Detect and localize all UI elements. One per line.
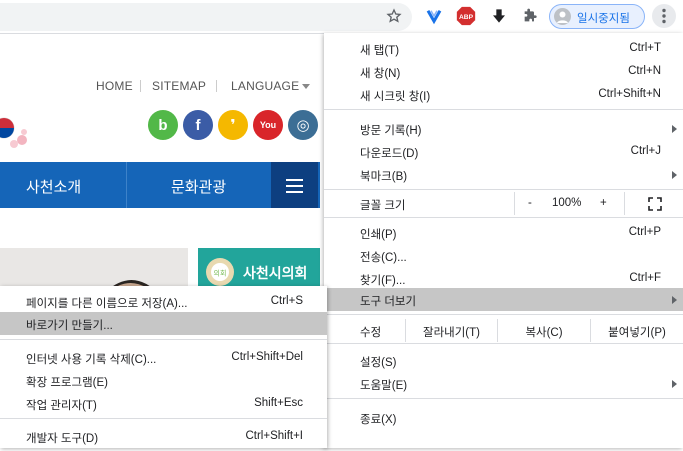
hamburger-menu-icon[interactable] [271, 162, 318, 208]
submenu-item-create-shortcut[interactable]: 바로가기 만들기... [0, 312, 327, 335]
council-emblem-icon: 의회 [206, 258, 234, 286]
menu-item-print[interactable]: 인쇄(P) Ctrl+P [324, 221, 683, 244]
menu-item-new-window[interactable]: 새 창(N) Ctrl+N [324, 60, 683, 83]
instagram-icon[interactable]: ◎ [288, 110, 318, 140]
menu-divider [0, 418, 327, 419]
menu-divider [324, 217, 683, 218]
council-emblem-label: 의회 [214, 269, 227, 278]
menu-item-more-tools[interactable]: 도구 더보기 [324, 288, 683, 311]
nav-item-culture[interactable]: 문화관광 [171, 176, 226, 197]
profile-icon [554, 8, 571, 25]
zoom-in-button[interactable]: + [600, 197, 607, 209]
menu-item-settings[interactable]: 설정(S) [324, 349, 683, 372]
more-tools-submenu: 페이지를 다른 이름으로 저장(A)... Ctrl+S 바로가기 만들기... … [0, 286, 327, 448]
submenu-item-clear-history[interactable]: 인터넷 사용 기록 삭제(C)... Ctrl+Shift+Del [0, 346, 327, 369]
chrome-menu: 새 탭(T) Ctrl+T 새 창(N) Ctrl+N 새 시크릿 창(I) Ctrl… [324, 33, 683, 448]
blog-icon[interactable]: b [148, 110, 178, 140]
address-bar[interactable] [0, 3, 412, 31]
extensions-puzzle-icon[interactable] [520, 6, 540, 26]
cut-button[interactable]: 잘라내기(T) [405, 319, 497, 342]
menu-item-history[interactable]: 방문 기록(H) [324, 117, 683, 140]
copy-button[interactable]: 복사(C) [497, 319, 590, 342]
menu-divider [324, 398, 683, 399]
adblock-label: ABP [459, 14, 474, 21]
chevron-right-icon [672, 380, 677, 388]
home-link[interactable]: HOME [96, 79, 133, 93]
site-logo[interactable] [0, 110, 32, 152]
kakaostory-icon[interactable]: ❜ [218, 110, 248, 140]
submenu-item-task-manager[interactable]: 작업 관리자(T) Shift+Esc [0, 392, 327, 415]
chevron-right-icon [672, 125, 677, 133]
link-divider [216, 80, 217, 92]
fullscreen-icon[interactable] [648, 197, 662, 211]
chevron-right-icon [672, 171, 677, 179]
menu-item-find[interactable]: 찾기(F)... Ctrl+F [324, 267, 683, 290]
nav-item-about[interactable]: 사천소개 [26, 176, 81, 197]
submenu-item-extensions[interactable]: 확장 프로그램(E) [0, 369, 327, 392]
youtube-icon[interactable]: You [253, 110, 283, 140]
star-icon[interactable] [384, 6, 404, 26]
site-nav: 사천소개 문화관광 [0, 162, 320, 208]
vivaldi-y-icon[interactable] [424, 6, 444, 26]
menu-divider [0, 339, 327, 340]
menu-item-incognito[interactable]: 새 시크릿 창(I) Ctrl+Shift+N [324, 83, 683, 106]
menu-item-font-size: 글꼴 크기 - 100% + [324, 192, 683, 215]
chevron-right-icon [672, 296, 677, 304]
link-divider [140, 80, 141, 92]
menu-divider [324, 343, 683, 344]
language-link[interactable]: LANGUAGE [231, 79, 299, 93]
menu-item-bookmarks[interactable]: 북마크(B) [324, 163, 683, 186]
menu-item-cast[interactable]: 전송(C)... [324, 244, 683, 267]
more-vert-icon[interactable] [652, 4, 676, 28]
menu-divider [324, 314, 683, 315]
download-arrow-icon[interactable] [489, 6, 509, 26]
menu-item-help[interactable]: 도움말(E) [324, 372, 683, 395]
menu-item-exit[interactable]: 종료(X) [324, 406, 683, 429]
menu-divider [324, 189, 683, 190]
submenu-item-devtools[interactable]: 개발자 도구(D) Ctrl+Shift+I [0, 425, 327, 448]
adblock-icon[interactable]: ABP [456, 6, 476, 26]
menu-divider [324, 109, 683, 110]
submenu-item-save-page[interactable]: 페이지를 다른 이름으로 저장(A)... Ctrl+S [0, 290, 327, 313]
zoom-level: 100% [552, 197, 582, 209]
council-label: 사천시의회 [243, 265, 308, 281]
nav-divider [126, 162, 127, 208]
sitemap-link[interactable]: SITEMAP [152, 79, 206, 93]
zoom-out-button[interactable]: - [528, 197, 532, 209]
profile-status-label: 일시중지됨 [577, 13, 630, 25]
browser-toolbar: ABP 일시중지됨 [0, 0, 683, 34]
chevron-down-icon [302, 84, 310, 89]
paste-button[interactable]: 붙여넣기(P) [590, 319, 683, 342]
profile-button[interactable]: 일시중지됨 [549, 4, 645, 29]
facebook-icon[interactable]: f [183, 110, 213, 140]
menu-item-edit: 수정 잘라내기(T) 복사(C) 붙여넣기(P) [324, 319, 683, 342]
menu-item-downloads[interactable]: 다운로드(D) Ctrl+J [324, 140, 683, 163]
menu-item-new-tab[interactable]: 새 탭(T) Ctrl+T [324, 37, 683, 60]
